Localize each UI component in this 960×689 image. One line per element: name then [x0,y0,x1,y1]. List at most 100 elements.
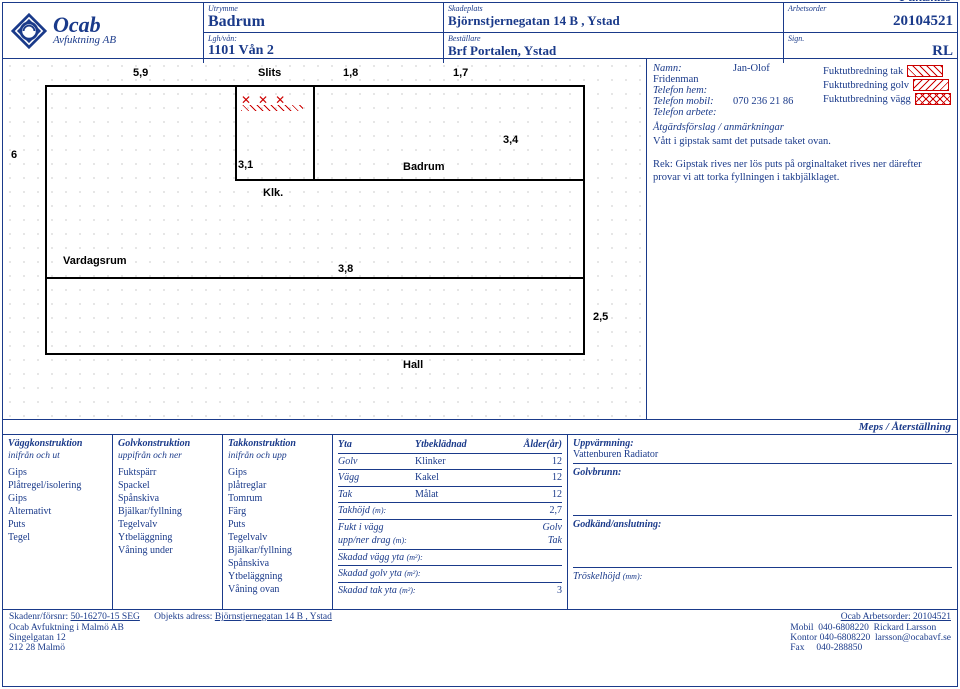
tak-i4: Puts [228,518,327,531]
sty-l: Skadad tak yta [338,585,397,596]
tak-i7: Spånskiva [228,557,327,570]
upp-l: upp/ner drag [338,535,391,546]
telmobil-value: 070 236 21 86 [733,96,793,107]
golvk-s: uppifrån och ner [118,451,217,461]
room-vardagsrum: Vardagsrum [63,255,127,267]
golvk-i0: Fuktspärr [118,466,217,479]
room-hall: Hall [403,359,423,371]
skadeplats-value: Björnstjernegatan 14 B , Ystad [448,13,779,29]
legend-tak-icon [907,65,943,77]
tak-i5: Tegelvalv [228,531,327,544]
skadenr-v: 50-16270-15 SEG [70,612,139,622]
yta-r0c0: Golv [338,455,408,469]
dim-slits: Slits [258,67,281,79]
bestallare-label: Beställare [448,34,779,43]
skadeplats-label: Skadeplats [448,4,779,13]
footer-row2: Ocab Avfuktning i Malmö AB Singelgatan 1… [3,623,957,655]
skadenr-l: Skadenr/försnr: [9,612,68,622]
sign-label: Sign. [788,34,953,43]
sgy-u: (m²): [404,569,420,578]
room-klk: Klk. [263,187,283,199]
kontor-v: 040-6808220 [820,633,871,643]
sty-u: (m²): [399,586,415,595]
fax-l: Fax [790,643,804,653]
tak-i3: Färg [228,505,327,518]
tak-s: inifrån och upp [228,451,327,461]
troskel-l: Tröskelhöjd [573,571,620,582]
objadr-v: Björnstjernegatan 14 B , Ystad [215,612,332,622]
fukt-l: Fukt i vägg [338,521,448,535]
yta-r1c1: Kakel [415,471,505,485]
svy-u: (m²): [407,553,423,562]
tak-i1: plåtreglar [228,479,327,492]
col-vaggkonstruktion: Väggkonstruktion inifrån och ut Gips Plå… [3,435,113,609]
vagg-i4: Puts [8,518,107,531]
upp-t: Tak [448,534,562,548]
sty-v: 3 [478,584,562,598]
sign-value: RL [788,43,953,60]
tak-i9: Våning ovan [228,583,327,596]
telhem-label: Telefon hem: [653,85,733,96]
namn-label: Namn: [653,63,733,74]
objadr-l: Objekts adress: [154,612,212,622]
atgard-title: Åtgärdsförslag / anmärkningar [653,122,951,133]
vagg-i1: Plåtregel/isolering [8,479,107,492]
header-fields: Utrymme Badrum Lgh/vån: 1101 Vån 2 Skade… [203,3,957,58]
utrymme-label: Utrymme [208,4,439,13]
legend-vagg-label: Fuktutbredning vägg [823,94,911,105]
troskel-u: (mm): [623,572,643,581]
uppvarm-l: Uppvärmning: [573,438,952,449]
col-yta: Yta Ytbeklädnad Ålder(år) GolvKlinker12 … [333,435,568,609]
golvk-i1: Spackel [118,479,217,492]
vagg-s: inifrån och ut [8,451,107,461]
yta-h3: Ålder(år) [512,438,562,452]
takhojd-v: 2,7 [512,504,562,518]
golvk-i2: Spånskiva [118,492,217,505]
kontor-l: Kontor [790,633,817,643]
col-golvkonstruktion: Golvkonstruktion uppifrån och ner Fuktsp… [113,435,223,609]
dim-31: 3,1 [238,159,253,171]
dim-59: 5,9 [133,67,148,79]
tables: Väggkonstruktion inifrån och ut Gips Plå… [3,434,957,610]
golvk-i6: Våning under [118,544,217,557]
legend-golv-label: Fuktutbredning golv [823,80,909,91]
svy-l: Skadad vägg yta [338,552,404,563]
col-takkonstruktion: Takkonstruktion inifrån och upp Gips plå… [223,435,333,609]
header: Ocab Avfuktning AB Utrymme Badrum Lgh/vå… [3,3,957,59]
vagg-i5: Tegel [8,531,107,544]
vagg-i0: Gips [8,466,107,479]
dim-25: 2,5 [593,311,608,323]
logo-sub: Avfuktning AB [53,34,116,46]
yta-r2c0: Tak [338,488,408,502]
arbetsorder-value: 20104521 [788,13,953,30]
person: Rickard Larsson [874,623,937,633]
logo-block: Ocab Avfuktning AB [3,3,203,58]
yta-h1: Yta [338,438,408,452]
yta-r2c2: 12 [512,488,562,502]
godkand-l: Godkänd/anslutning: [573,519,952,530]
vagg-i3: Alternativt [8,505,107,518]
dim-38: 3,8 [338,263,353,275]
addr1: Singelgatan 12 [9,633,124,643]
yta-r0c2: 12 [512,455,562,469]
yta-r1c0: Vägg [338,471,408,485]
col-uppvarmning: Uppvärmning: Vattenburen Radiator Golvbr… [568,435,957,609]
bestallare-value: Brf Portalen, Ystad [448,43,779,59]
logo-brand: Ocab [53,15,116,35]
golvk-i5: Ytbeläggning [118,531,217,544]
upp-u: (m): [393,536,407,545]
yta-r1c2: 12 [512,471,562,485]
golvk-h: Golvkonstruktion [118,438,217,449]
info-column: Namn:Jan-Olof Fridenman Telefon hem: Tel… [647,59,957,419]
yta-r2c1: Målat [415,488,505,502]
yta-h2: Ytbeklädnad [415,438,505,452]
utrymme-value: Badrum [208,13,439,31]
page: Fuktskiss Ocab Avfuktning AB Utrymme Bad… [2,2,958,687]
golvk-i3: Bjälkar/fyllning [118,505,217,518]
vagg-i2: Gips [8,492,107,505]
tak-i2: Tomrum [228,492,327,505]
takhojd-u: (m): [372,506,386,515]
tak-i0: Gips [228,466,327,479]
arbets-v: 20104521 [913,612,951,622]
floor-sketch: ✕ ✕ ✕ 6 5,9 Slits 1,8 1,7 3,1 3,4 3,8 2,… [3,59,647,419]
